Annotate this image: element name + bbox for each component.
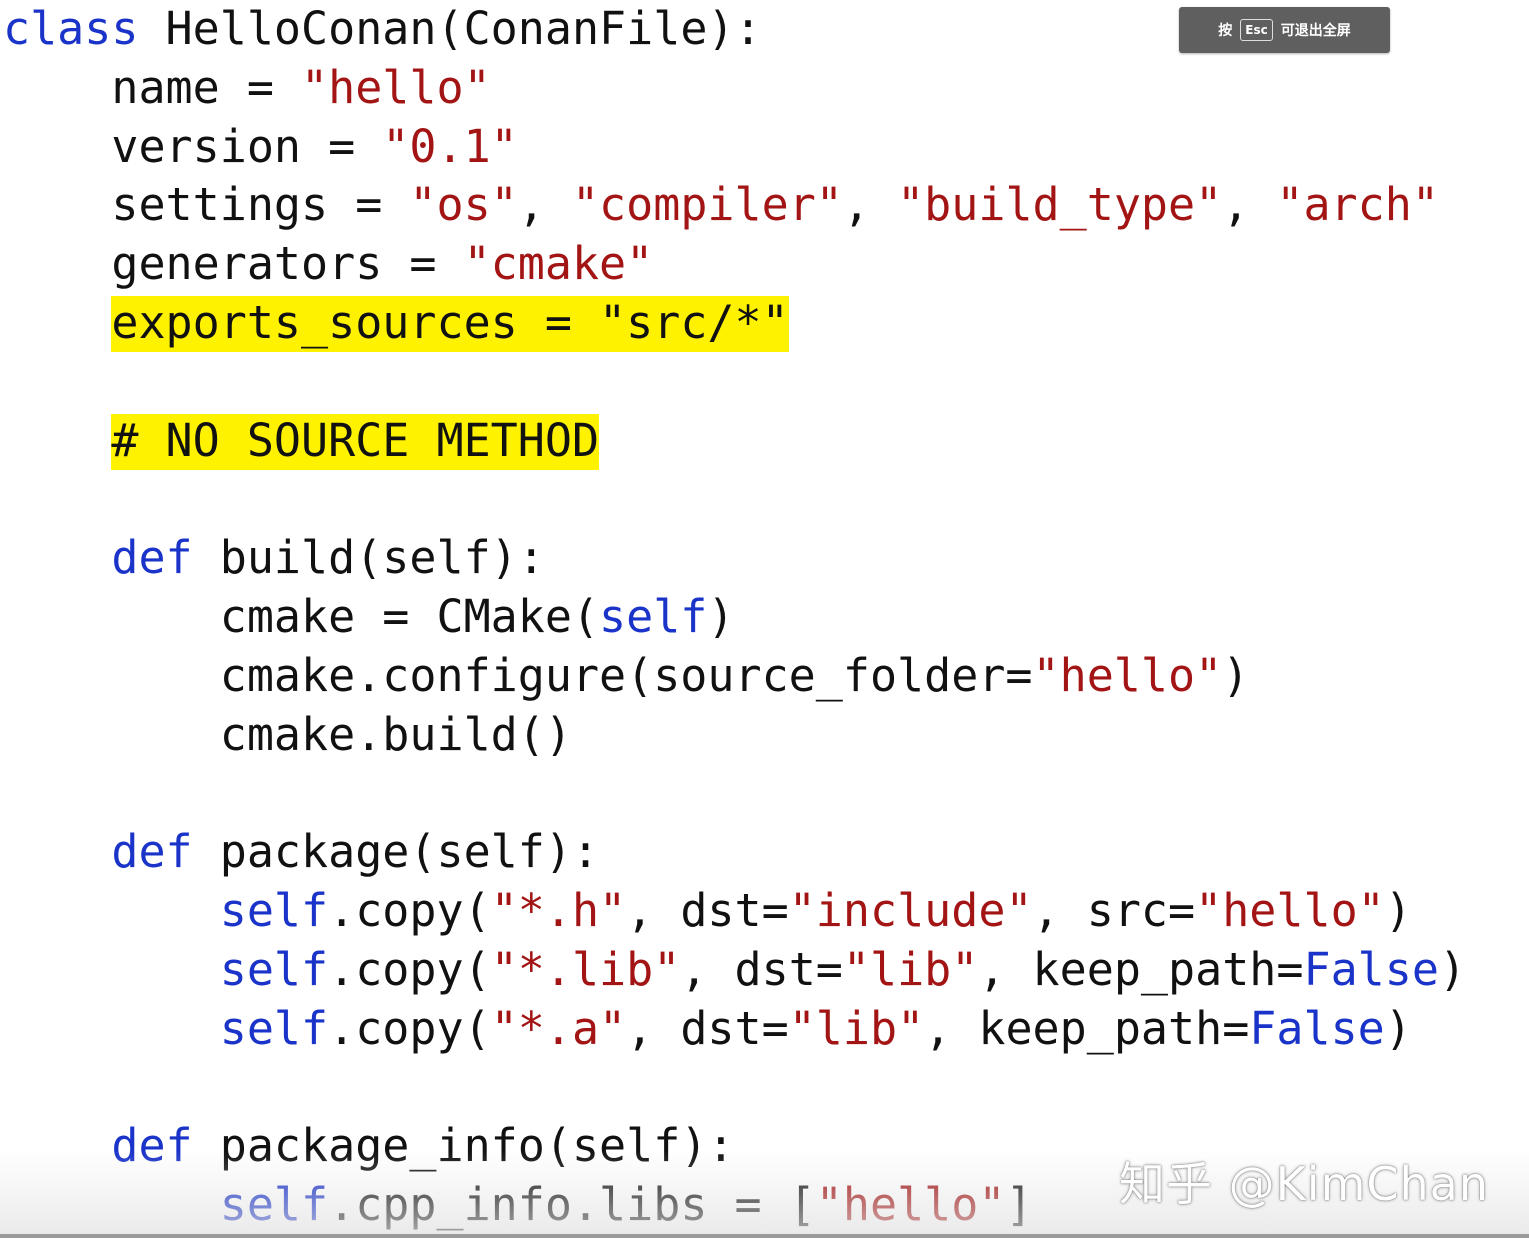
code-string: "include" xyxy=(788,883,1033,937)
code-string: "os" xyxy=(409,178,518,232)
code-text: ) xyxy=(1384,1001,1412,1055)
code-string: "lib" xyxy=(788,1001,925,1055)
code-text: .cpp_info.libs = [ xyxy=(328,1177,816,1231)
code-text: , keep_path= xyxy=(924,1001,1250,1055)
code-line: version = "0.1" xyxy=(3,118,1466,177)
code-keyword: class xyxy=(3,2,139,55)
bottom-edge-bar xyxy=(0,1234,1529,1238)
code-string: "hello" xyxy=(815,1177,1006,1231)
code-line: self.copy("*.lib", dst="lib", keep_path=… xyxy=(3,941,1466,1000)
code-line: ​ xyxy=(3,1058,1466,1117)
code-text: package_info(self): xyxy=(192,1119,735,1173)
code-text: version = xyxy=(3,119,383,173)
code-text: ) xyxy=(1438,942,1467,996)
code-text: .copy( xyxy=(328,883,491,937)
code-line: ​ xyxy=(3,764,1466,823)
code-string: "cmake" xyxy=(463,237,654,291)
code-keyword: self xyxy=(219,883,329,937)
highlighted-code: # NO SOURCE METHOD xyxy=(111,413,600,470)
code-string: "arch" xyxy=(1276,178,1439,232)
code-text: name = xyxy=(3,60,302,114)
code-line: def package(self): xyxy=(3,823,1466,882)
highlighted-code: exports_sources = "src/*" xyxy=(111,295,789,352)
code-keyword: self xyxy=(219,1177,329,1231)
code-text: .copy( xyxy=(328,942,491,996)
code-line: self.copy("*.h", dst="include", src="hel… xyxy=(3,882,1466,941)
code-line: # NO SOURCE METHOD xyxy=(3,412,1466,471)
code-line: class HelloConan(ConanFile): xyxy=(3,0,1466,59)
code-keyword: def xyxy=(111,531,193,585)
code-text: cmake = CMake( xyxy=(3,589,600,643)
code-line: def build(self): xyxy=(3,529,1466,588)
code-text: ] xyxy=(1005,1177,1033,1231)
code-text: generators = xyxy=(3,237,464,291)
code-keyword: False xyxy=(1303,942,1439,996)
code-string: "compiler" xyxy=(571,178,843,232)
code-line: settings = "os", "compiler", "build_type… xyxy=(3,176,1466,235)
code-text: settings = xyxy=(3,178,410,232)
code-text: , dst= xyxy=(626,1001,789,1055)
code-line: name = "hello" xyxy=(3,59,1466,118)
code-string: "hello" xyxy=(301,60,491,114)
code-line: cmake = CMake(self) xyxy=(3,588,1466,647)
code-text: , dst= xyxy=(626,883,789,937)
code-line: ​ xyxy=(3,470,1466,529)
code-text: , src= xyxy=(1032,883,1196,937)
code-string: "0.1" xyxy=(382,119,518,173)
code-string: "build_type" xyxy=(897,178,1223,232)
code-string: "hello" xyxy=(1195,883,1385,937)
code-text: , xyxy=(842,178,898,232)
code-text: , keep_path= xyxy=(978,942,1304,996)
code-keyword: self xyxy=(219,1001,329,1055)
code-text: .copy( xyxy=(328,1001,491,1055)
code-line: ​ xyxy=(3,353,1466,412)
code-keyword: def xyxy=(111,1119,193,1173)
code-string: "*.a" xyxy=(490,1001,627,1055)
code-block: class HelloConan(ConanFile): name = "hel… xyxy=(3,0,1466,1235)
code-keyword: def xyxy=(111,825,193,879)
code-text: HelloConan(ConanFile): xyxy=(138,2,762,55)
code-string: "lib" xyxy=(842,942,979,996)
code-text: , dst= xyxy=(680,942,843,996)
code-text: , xyxy=(517,178,572,232)
code-text: cmake.configure(source_folder= xyxy=(3,648,1033,702)
zhihu-watermark: 知乎 @KimChan xyxy=(1119,1157,1489,1211)
code-string: "hello" xyxy=(1032,648,1223,702)
code-text: ) xyxy=(707,589,735,643)
code-text: ) xyxy=(1384,883,1412,937)
code-text: , xyxy=(1222,178,1277,232)
code-keyword: False xyxy=(1249,1001,1385,1055)
code-line: self.copy("*.a", dst="lib", keep_path=Fa… xyxy=(3,1000,1466,1059)
code-line: exports_sources = "src/*" xyxy=(3,294,1466,353)
code-text: ) xyxy=(1222,648,1250,702)
code-keyword: self xyxy=(219,942,329,996)
code-text: build(self): xyxy=(192,531,545,585)
code-keyword: self xyxy=(599,589,708,643)
code-line: cmake.configure(source_folder="hello") xyxy=(3,647,1466,706)
code-string: "*.lib" xyxy=(490,942,681,996)
code-line: cmake.build() xyxy=(3,706,1466,765)
code-string: "*.h" xyxy=(490,883,627,937)
code-text: cmake.build() xyxy=(3,707,572,761)
code-text: package(self): xyxy=(192,825,600,879)
code-line: generators = "cmake" xyxy=(3,235,1466,294)
